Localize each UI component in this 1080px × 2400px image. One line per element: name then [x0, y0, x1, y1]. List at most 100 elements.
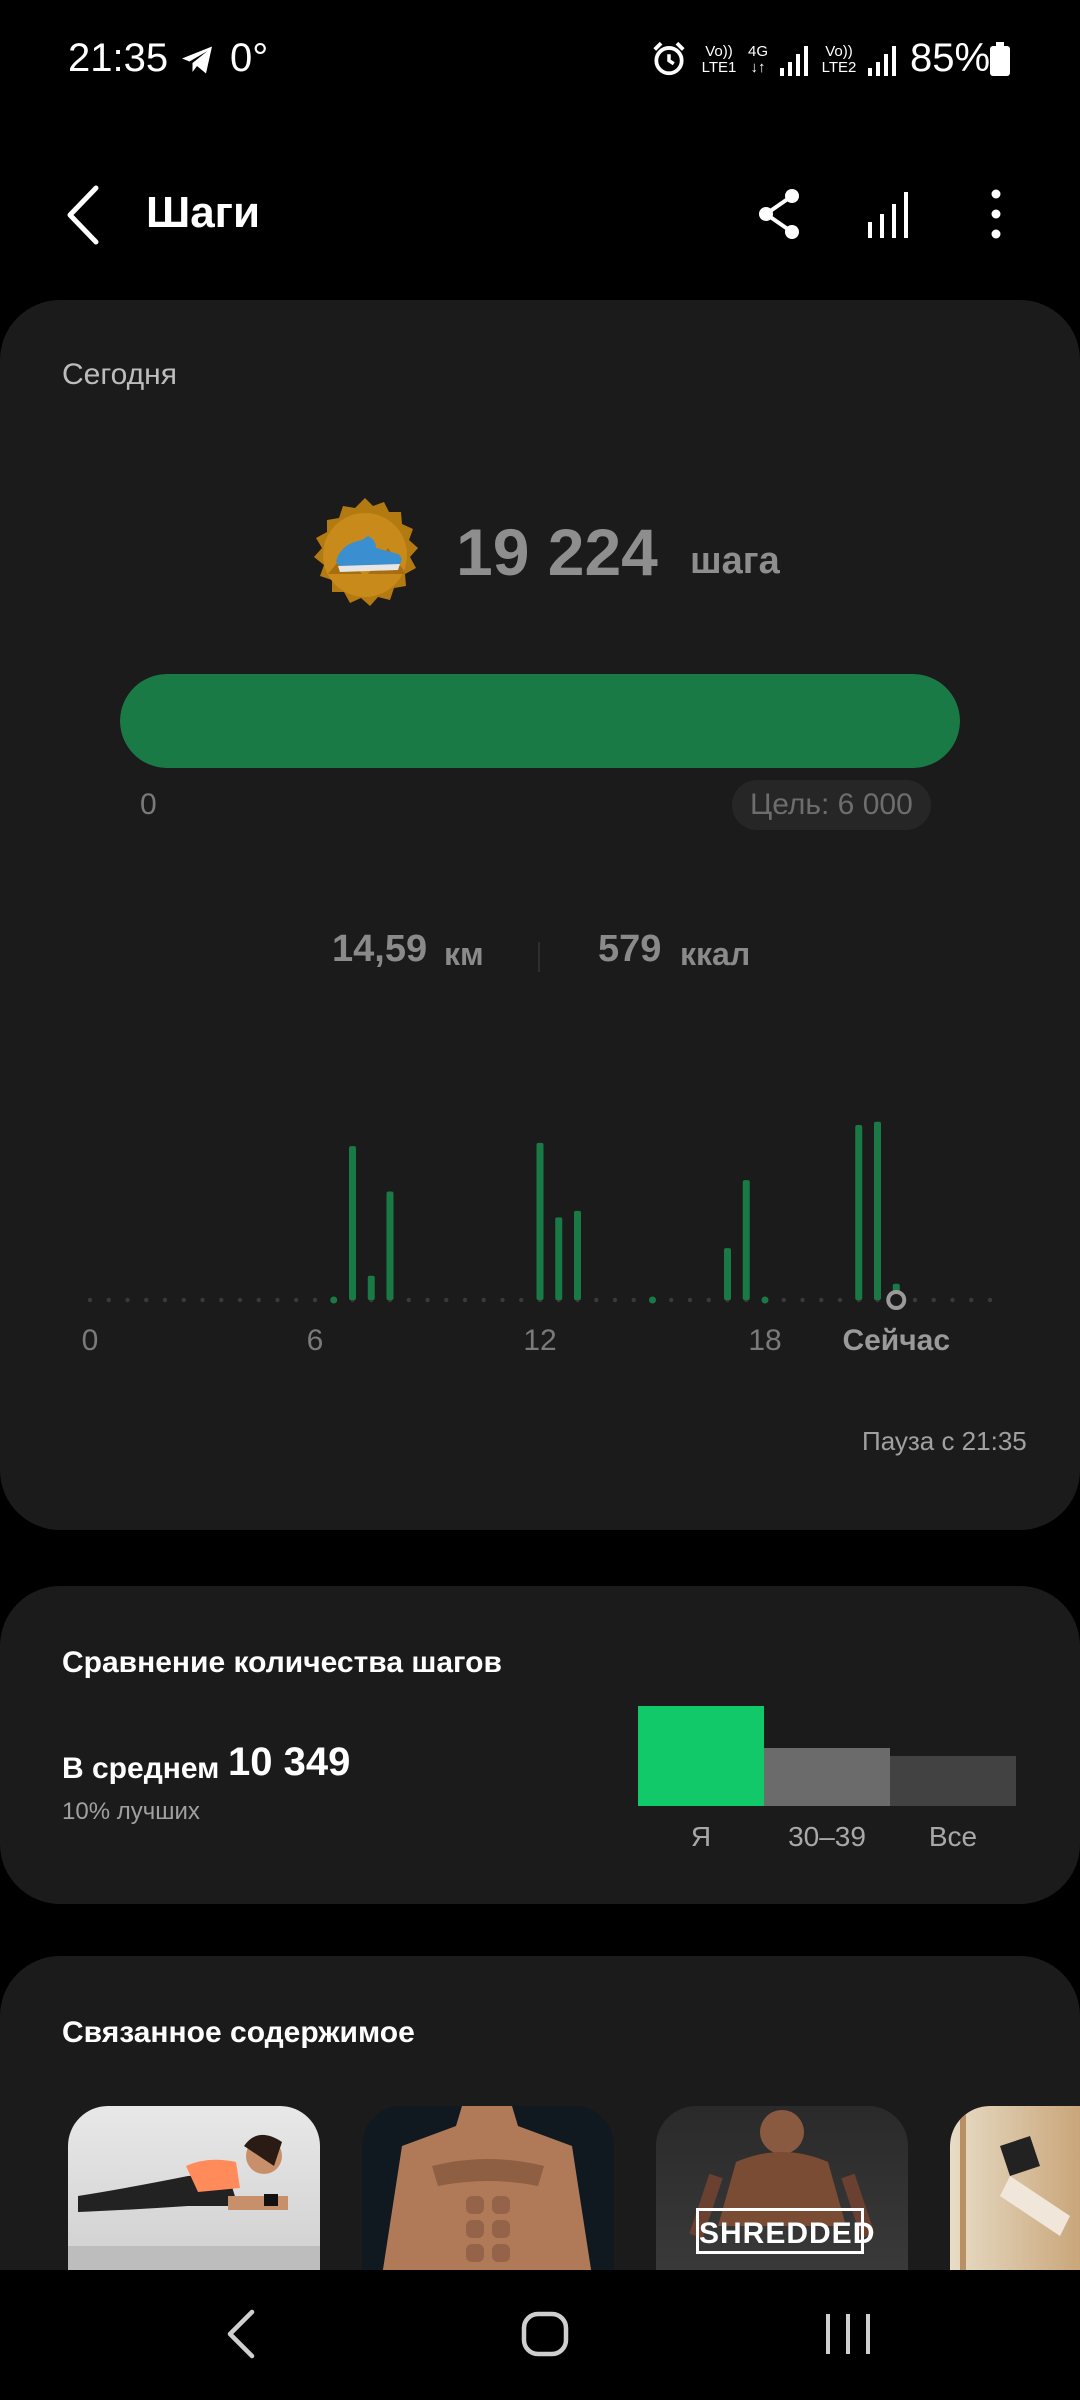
steps-count: 19 224 [456, 515, 658, 589]
baseline-dot [950, 1297, 955, 1303]
baseline-dot [275, 1297, 280, 1303]
chart-bar [761, 1296, 769, 1304]
chart-bar [330, 1296, 338, 1304]
plank-workout-image [68, 2134, 320, 2276]
shredded-badge: SHREDDED [696, 2208, 874, 2254]
chart-bar [386, 1191, 394, 1300]
progress-min-label: 0 [140, 788, 157, 821]
page-title: Шаги [146, 188, 261, 237]
baseline-dot [125, 1297, 130, 1303]
average-value: 10 349 [228, 1740, 351, 1784]
nav-back-icon[interactable] [222, 2306, 262, 2362]
chart-bar [555, 1217, 563, 1300]
chart-bar [724, 1248, 731, 1300]
chart-bar [649, 1296, 656, 1304]
baseline-dot [669, 1297, 674, 1303]
comparison-chart: Я 30–39 Все [638, 1706, 1016, 1852]
share-icon[interactable] [752, 186, 808, 242]
chart-bar [874, 1121, 881, 1300]
calories-value: 579 [598, 928, 662, 970]
current-time-marker [886, 1290, 907, 1310]
nav-recents-icon[interactable] [820, 2312, 876, 2356]
stretch-workout-image [960, 2106, 1070, 2276]
related-item-abs[interactable] [362, 2106, 614, 2276]
baseline-dot [294, 1297, 299, 1303]
baseline-dot [687, 1297, 693, 1303]
distance-value: 14,59 [332, 928, 428, 970]
battery-icon [990, 42, 1010, 76]
x-tick-label: 18 [748, 1324, 781, 1357]
x-tick-label: Сейчас [842, 1324, 950, 1357]
signal-sim2-icon [868, 46, 896, 76]
nav-home-icon[interactable] [520, 2310, 570, 2358]
comparison-bar [764, 1748, 890, 1806]
signal-sim1-icon [780, 46, 808, 76]
status-temperature: 0° [230, 36, 269, 80]
chart-bar [742, 1180, 750, 1300]
pause-status: Пауза с 21:35 [862, 1426, 1027, 1456]
sim2-volte-indicator: Vo)) LTE2 [821, 43, 857, 76]
related-item-stretch[interactable] [950, 2106, 1080, 2276]
today-label: Сегодня [62, 358, 177, 391]
battery-percent: 85% [910, 36, 991, 80]
baseline-dot [781, 1297, 786, 1303]
comparison-bar [638, 1706, 764, 1806]
chart-bar [574, 1210, 581, 1300]
hourly-steps-chart[interactable]: 0 6 12 18 Сейчас [80, 1100, 1000, 1360]
stats-divider [538, 942, 540, 972]
comparison-bar-label: Я [691, 1821, 711, 1852]
baseline-dot [819, 1297, 824, 1303]
baseline-dot [181, 1297, 186, 1303]
baseline-dot [519, 1297, 524, 1303]
goal-label[interactable]: Цель: 6 000 [732, 780, 931, 830]
sim1-volte-indicator: Vo)) LTE1 [701, 43, 737, 76]
baseline-dot [256, 1297, 261, 1303]
comparison-bar-label: Все [929, 1821, 977, 1852]
x-tick-label: 12 [523, 1324, 556, 1357]
baseline-dot [406, 1297, 411, 1303]
comparison-bar-label: 30–39 [788, 1821, 866, 1852]
baseline-dot [837, 1297, 843, 1303]
baseline-dot [594, 1297, 599, 1303]
baseline-dot [219, 1297, 224, 1303]
baseline-dot [425, 1297, 430, 1303]
average-label: В среднем [62, 1752, 220, 1785]
baseline-dot [969, 1297, 974, 1303]
chart-bar [349, 1146, 356, 1300]
comparison-bar [890, 1756, 1016, 1806]
baseline-dot [500, 1297, 505, 1303]
telegram-icon [182, 46, 212, 74]
status-time: 21:35 [68, 36, 169, 80]
back-button[interactable] [56, 180, 116, 250]
comparison-title: Сравнение количества шагов [62, 1646, 502, 1679]
baseline-dot [144, 1297, 149, 1303]
related-item-plank[interactable] [68, 2106, 320, 2276]
alarm-icon [653, 41, 685, 76]
baseline-dot [481, 1297, 486, 1303]
distance-unit: км [444, 936, 484, 972]
percentile-text: 10% лучших [62, 1798, 200, 1825]
baseline-dot [200, 1297, 205, 1303]
baseline-dot [931, 1297, 936, 1303]
chart-bar [367, 1275, 375, 1300]
baseline-dot [912, 1297, 918, 1303]
chart-bar [855, 1125, 863, 1300]
chart-bar [536, 1142, 544, 1300]
related-item-shredded[interactable]: SHREDDED [656, 2106, 908, 2276]
steps-unit: шага [690, 540, 780, 582]
baseline-dot [87, 1297, 93, 1303]
more-options-icon[interactable] [976, 186, 1016, 242]
calories-unit: ккал [680, 936, 751, 972]
steps-progress-fill [120, 674, 960, 768]
abs-workout-image [382, 2106, 592, 2276]
related-content-title: Связанное содержимое [62, 2016, 415, 2049]
baseline-dot [444, 1297, 449, 1303]
baseline-dot [312, 1297, 318, 1303]
baseline-dot [162, 1297, 168, 1303]
trends-chart-icon[interactable] [862, 186, 918, 242]
steps-progress-bar [120, 674, 960, 768]
x-tick-label: 6 [307, 1324, 324, 1357]
baseline-dot [612, 1297, 618, 1303]
x-tick-label: 0 [82, 1324, 99, 1357]
baseline-dot [106, 1297, 111, 1303]
